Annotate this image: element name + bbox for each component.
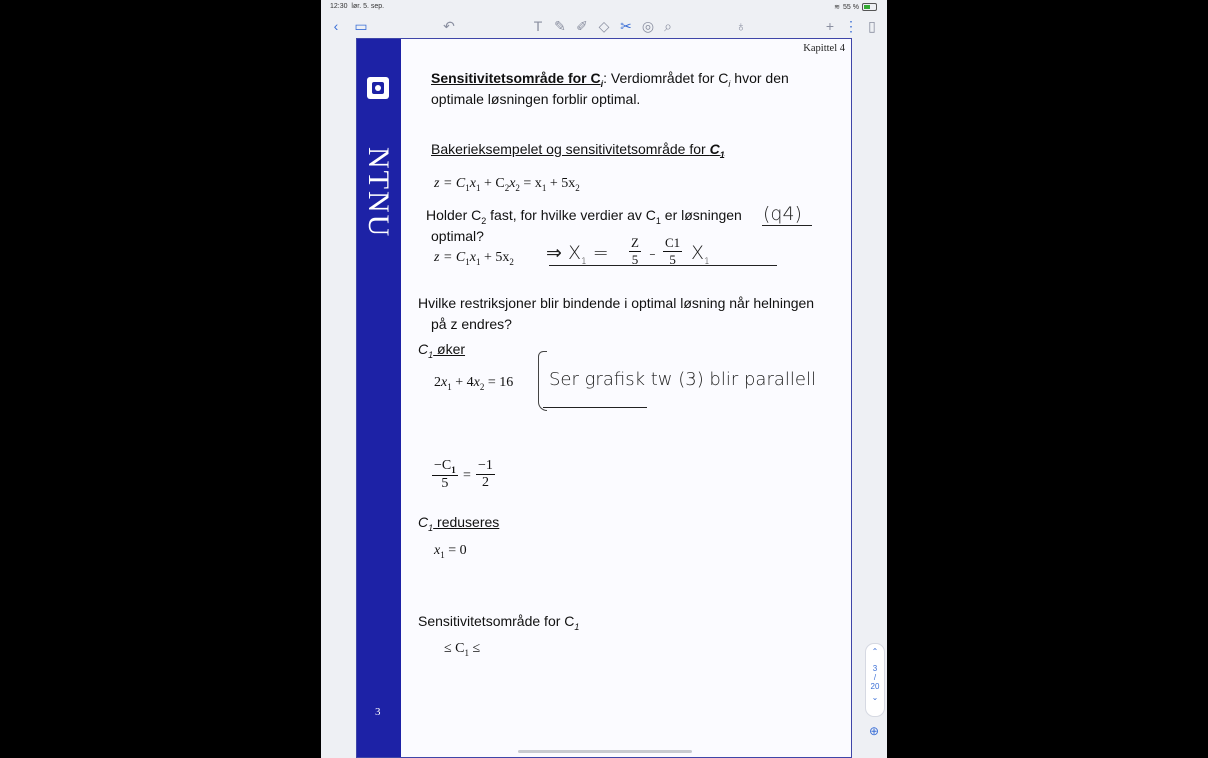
heading-bakery: Bakerieksempelet og sensitivitetsområde … <box>431 141 725 160</box>
battery-icon <box>862 3 877 11</box>
ntnu-text: NTNU <box>362 147 395 239</box>
zoom-icon[interactable]: ⊕ <box>866 724 882 740</box>
handwritten-bracket-line <box>543 407 647 408</box>
page-number: 3 <box>375 706 381 718</box>
status-bar: 12:30 lør. 5. sep. ≋ 55 % <box>321 0 887 14</box>
range-expression: ≤ C1 ≤ <box>444 641 481 658</box>
c1-increases: C1 øker <box>418 341 466 360</box>
equation-objective: z = C1x1 + C2x2 = x1 + 5x2 <box>434 176 580 193</box>
question-holder: Holder C2 fast, for hvilke verdier av C1… <box>426 207 742 226</box>
slope-equals: = <box>463 468 471 483</box>
toolbar: ‹ ▭ ↶ T ✎ ✐ ◇ ✂ ◎ ⌕ ♁ + ⋮ ▯ <box>321 14 887 38</box>
question-restrictions: Hvilke restriksjoner blir bindende i opt… <box>418 295 815 311</box>
page-indicator: 3/20 <box>870 664 880 691</box>
ntnu-wordmark: NTNU <box>361 109 395 238</box>
h2-sub: 1 <box>719 149 725 160</box>
date-text: lør. 5. sep. <box>351 3 385 10</box>
document-page[interactable]: NTNU 3 Kapittel 4 Sensitivitetsområde fo… <box>356 38 852 758</box>
pen-icon[interactable]: ✎ <box>551 17 569 35</box>
add-icon[interactable]: + <box>821 17 839 35</box>
scroll-down-icon[interactable]: ⌄ <box>866 693 884 702</box>
home-indicator <box>518 750 692 753</box>
handwritten-line <box>549 265 777 266</box>
battery-text: 55 % <box>843 3 859 11</box>
constraint-equation: 2x1 + 4x2 = 16 <box>434 375 514 392</box>
app-screen: 12:30 lør. 5. sep. ≋ 55 % ‹ ▭ ↶ T ✎ ✐ ◇ … <box>321 0 887 758</box>
eraser-icon[interactable]: ◇ <box>595 17 613 35</box>
scroll-up-icon[interactable]: ⌃ <box>866 647 884 656</box>
status-right: ≋ 55 % <box>834 3 877 11</box>
handwritten-formula: ⇒ X1 = <box>546 242 609 267</box>
x1-equation: x1 = 0 <box>434 543 467 560</box>
heading-line2: optimale løsningen forblir optimal. <box>431 91 641 107</box>
microphone-icon[interactable]: ♁ <box>732 17 750 35</box>
current-page: 3 <box>872 664 878 673</box>
handwritten-x: X1 <box>691 242 710 267</box>
h1-bold: Sensitivitetsområde for C <box>431 70 601 86</box>
question-holder-line2: optimal? <box>431 228 484 244</box>
heading-sensitivity: Sensitivitetsområde for Ci: Verdiområdet… <box>431 70 789 89</box>
shapes-icon[interactable]: ◎ <box>639 17 657 35</box>
h2-bold: C <box>709 141 720 157</box>
handwritten-underline <box>762 225 812 226</box>
wifi-icon: ≋ <box>834 4 841 11</box>
question-restrictions-line2: på z endres? <box>431 316 512 332</box>
h2-text: Bakerieksempelet og sensitivitetsområde … <box>431 141 710 157</box>
range-title: Sensitivitetsområde for C1 <box>418 613 580 632</box>
handwritten-bracket <box>538 351 547 411</box>
slope-fraction-right: −1 2 <box>476 458 495 490</box>
ntnu-sidebar: NTNU 3 <box>357 39 401 757</box>
scissors-icon[interactable]: ✂ <box>617 17 635 35</box>
lasso-icon[interactable]: ⌕ <box>659 17 677 35</box>
handwritten-frac-z: Z5 <box>629 235 641 267</box>
c1-decreases: C1 reduseres <box>418 514 500 533</box>
text-tool-icon[interactable]: T <box>529 17 547 35</box>
chapter-label: Kapittel 4 <box>803 43 845 54</box>
clock-text: 12:30 <box>330 3 348 10</box>
more-icon[interactable]: ⋮ <box>842 17 860 35</box>
highlighter-icon[interactable]: ✐ <box>573 17 591 35</box>
handwritten-note: Ser grafisk tw (3) blir parallell <box>549 369 816 390</box>
handwritten-minus: - <box>649 243 656 265</box>
slope-fraction-left: −C1 5 <box>432 458 458 491</box>
h1-rest2: hvor den <box>730 70 789 86</box>
thumbnails-icon[interactable]: ▭ <box>352 17 370 35</box>
status-time: 12:30 lør. 5. sep. <box>330 3 384 10</box>
undo-icon[interactable]: ↶ <box>440 17 458 35</box>
equation-objective-2: z = C1x1 + 5x2 <box>434 250 514 267</box>
handwritten-frac-c1: C1 5 <box>663 235 683 267</box>
back-icon[interactable]: ‹ <box>327 17 345 35</box>
page-scroller[interactable]: ⌃ 3/20 ⌄ <box>865 643 885 717</box>
total-pages: 20 <box>870 682 880 691</box>
pages-icon[interactable]: ▯ <box>863 17 881 35</box>
handwritten-q4: (q4) <box>763 203 802 225</box>
h1-rest: : Verdiområdet for C <box>603 70 729 86</box>
ntnu-logo-icon <box>367 77 389 99</box>
